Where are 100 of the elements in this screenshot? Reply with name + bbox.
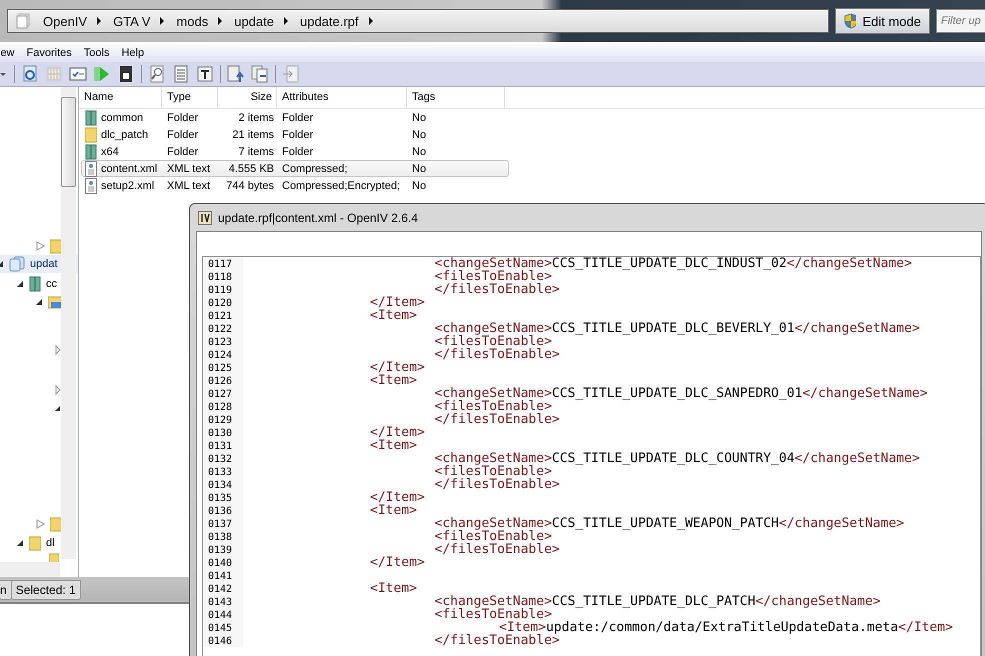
breadcrumb-item[interactable]: OpenIV xyxy=(43,14,88,28)
breadcrumb-item[interactable]: GTA V xyxy=(113,14,150,28)
checklist-window-icon[interactable] xyxy=(69,65,87,83)
code-line: <Item>update:/common/data/ExtraTitleUpdateData.meta</Item> xyxy=(499,621,953,634)
code-line: <Item> xyxy=(370,374,417,387)
search-document-icon[interactable] xyxy=(148,65,166,83)
menu-item[interactable]: iew xyxy=(0,47,15,59)
line-number: 0136 xyxy=(203,504,243,517)
tree-item-label[interactable]: cc xyxy=(46,278,57,290)
file-row[interactable]: content.xml XML text 4.555 KB Compressed; No xyxy=(81,160,509,177)
code-line: </Item> xyxy=(370,426,425,439)
line-number: 0129 xyxy=(203,413,243,426)
horizontal-scrollbar[interactable] xyxy=(0,562,60,578)
text-document-icon[interactable] xyxy=(172,65,190,83)
line-number: 0137 xyxy=(203,517,243,530)
chevron-right-icon[interactable] xyxy=(282,17,289,25)
line-number: 0121 xyxy=(203,309,243,322)
code-line: <Item> xyxy=(370,504,417,517)
expand-arrow-icon[interactable] xyxy=(36,241,45,251)
line-number: 0125 xyxy=(203,361,243,374)
line-number: 0134 xyxy=(203,478,243,491)
line-number: 0122 xyxy=(203,322,243,335)
book-icon xyxy=(29,276,41,292)
book-icon xyxy=(85,144,97,160)
dark-document-icon[interactable] xyxy=(117,65,135,83)
filter-field[interactable]: Filter up xyxy=(936,9,985,33)
line-number: 0128 xyxy=(203,400,243,413)
file-row[interactable]: dlc_patch Folder 21 items Folder No xyxy=(81,126,509,143)
table-cell-text: No xyxy=(411,180,428,192)
tree-item-label[interactable]: updat xyxy=(30,258,58,270)
line-number: 0123 xyxy=(203,335,243,348)
expand-arrow-icon[interactable] xyxy=(55,345,61,355)
table-cell-text: Folder xyxy=(166,112,200,124)
tree-item-label[interactable]: dl xyxy=(46,537,55,549)
chevron-right-icon[interactable] xyxy=(159,17,166,25)
code-line: <changeSetName>CCS_TITLE_UPDATE_DLC_COUNTRY_04</changeSetName> xyxy=(434,452,920,465)
file-row[interactable]: x64 Folder 7 items Folder No xyxy=(81,143,509,160)
table-cell-text: 744 bytes xyxy=(225,180,275,192)
table-cell-text: XML text xyxy=(166,180,211,192)
line-number: 0142 xyxy=(203,582,243,595)
line-number: 0133 xyxy=(203,465,243,478)
collapse-arrow-icon[interactable] xyxy=(35,298,43,306)
vertical-scrollbar[interactable] xyxy=(61,87,76,559)
breadcrumb-item[interactable]: update.rpf xyxy=(300,14,359,28)
column-header[interactable]: Type xyxy=(162,87,218,108)
file-name: content.xml xyxy=(101,162,158,174)
column-header[interactable]: Name xyxy=(79,87,162,108)
line-number: 0130 xyxy=(203,426,243,439)
code-line: <Item> xyxy=(370,309,417,322)
menu-item[interactable]: Tools xyxy=(84,47,110,59)
file-row[interactable]: common Folder 2 items Folder No xyxy=(81,109,509,126)
line-number: 0144 xyxy=(203,608,243,621)
collapse-arrow-icon[interactable] xyxy=(16,539,24,547)
line-number: 0119 xyxy=(203,283,243,296)
pages-icon xyxy=(16,13,32,29)
code-line: </filesToEnable> xyxy=(434,348,560,361)
code-line: </filesToEnable> xyxy=(434,413,560,426)
table-cell-text: 7 items xyxy=(238,146,275,158)
code-line: </Item> xyxy=(370,491,425,504)
expand-arrow-icon[interactable] xyxy=(36,519,45,529)
chevron-right-icon[interactable] xyxy=(96,17,102,25)
table-cell-text: Folder xyxy=(281,128,314,140)
line-number: 0138 xyxy=(203,530,243,543)
column-header[interactable]: Size xyxy=(218,87,277,108)
code-line: <Item> xyxy=(370,439,417,452)
address-bar[interactable]: OpenIV GTA V mods update update.rpf xyxy=(7,9,829,33)
code-line: <filesToEnable> xyxy=(434,608,552,621)
table-cell-text: Compressed; xyxy=(281,162,348,174)
code-line: </filesToEnable> xyxy=(434,634,560,647)
line-number: 0131 xyxy=(203,439,243,452)
chevron-right-icon[interactable] xyxy=(368,17,374,25)
chevron-right-icon[interactable] xyxy=(217,17,224,25)
scroll-thumb[interactable] xyxy=(61,97,76,187)
edit-mode-button[interactable]: Edit mode xyxy=(835,8,930,34)
file-row[interactable]: setup2.xml XML text 744 bytes Compressed;Encrypted; No xyxy=(81,177,509,194)
table-cell-text: 2 items xyxy=(238,112,275,124)
font-document-icon[interactable] xyxy=(196,65,214,83)
line-number: 0127 xyxy=(203,387,243,400)
column-header[interactable]: Attributes xyxy=(277,87,407,108)
collapse-arrow-icon[interactable] xyxy=(54,405,61,412)
table-cell-text: No xyxy=(411,112,428,124)
code-line: </Item> xyxy=(370,556,425,569)
file-name: common xyxy=(101,112,144,124)
code-line: <Item> xyxy=(370,582,417,595)
expand-arrow-icon[interactable] xyxy=(55,385,61,395)
line-number: 0145 xyxy=(203,621,243,634)
xml-file-icon xyxy=(85,160,97,176)
column-header[interactable]: Tags xyxy=(407,87,505,108)
copy-document-icon[interactable] xyxy=(251,65,269,83)
menu-item[interactable]: Favorites xyxy=(26,47,72,59)
shield-icon xyxy=(844,13,856,29)
line-number: 0139 xyxy=(203,543,243,556)
breadcrumb-item[interactable]: update xyxy=(234,14,274,28)
line-number: 0124 xyxy=(203,348,243,361)
menu-item[interactable]: Help xyxy=(121,47,144,59)
line-number: 0118 xyxy=(203,270,243,283)
export-document-icon[interactable] xyxy=(227,65,245,83)
code-line: </filesToEnable> xyxy=(434,543,560,556)
breadcrumb-item[interactable]: mods xyxy=(176,14,208,28)
collapse-arrow-icon[interactable] xyxy=(16,280,24,288)
